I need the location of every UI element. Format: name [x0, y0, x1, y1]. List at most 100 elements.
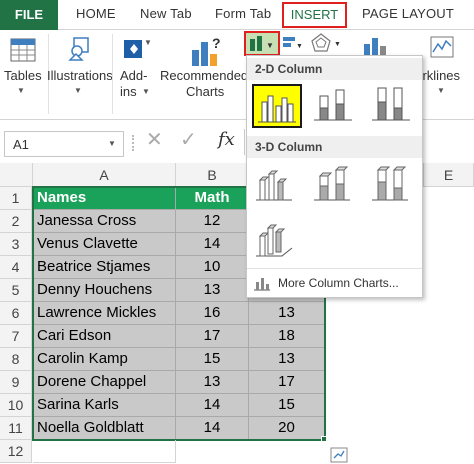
- recommended-charts-label-1[interactable]: Recommended: [160, 68, 248, 83]
- tab-insert[interactable]: INSERT: [282, 2, 347, 28]
- radar-chart-icon[interactable]: ▼: [310, 32, 344, 54]
- 3d-clustered-column-icon: [256, 170, 292, 201]
- table-cell-math[interactable]: 16: [176, 302, 249, 325]
- table-cell-name[interactable]: Dorene Chappel: [33, 371, 176, 394]
- recommended-charts-label-2[interactable]: Charts: [186, 84, 224, 99]
- clustered-column-icon: [258, 95, 296, 123]
- insert-column-chart-button[interactable]: ▼: [244, 31, 280, 56]
- table-cell-name[interactable]: Denny Houchens: [33, 279, 176, 302]
- row-header[interactable]: 11: [0, 417, 32, 440]
- table-cell-math[interactable]: 14: [176, 394, 249, 417]
- tab-form-tab[interactable]: Form Tab: [215, 6, 271, 21]
- row-header[interactable]: 7: [0, 325, 32, 348]
- svg-text:?: ?: [212, 35, 221, 51]
- table-cell-c[interactable]: 13: [249, 348, 325, 371]
- table-cell-math[interactable]: 10: [176, 256, 249, 279]
- table-cell-math[interactable]: 17: [176, 325, 249, 348]
- table-cell-c[interactable]: 17: [249, 371, 325, 394]
- column-chart-dropdown: 2-D Column 3-D Column More Column Charts…: [246, 55, 423, 298]
- quick-analysis-icon[interactable]: [330, 447, 348, 463]
- table-cell-name[interactable]: Sarina Karls: [33, 394, 176, 417]
- stacked-column-icon: [314, 89, 352, 121]
- table-cell-name[interactable]: Noella Goldblatt: [33, 417, 176, 440]
- clustered-column-option[interactable]: [252, 84, 302, 128]
- table-cell-empty[interactable]: [33, 440, 176, 463]
- cancel-icon[interactable]: ✕: [146, 127, 163, 152]
- cell-header-names[interactable]: Names: [33, 187, 176, 210]
- table-cell-name[interactable]: Lawrence Mickles: [33, 302, 176, 325]
- column-header-a[interactable]: A: [33, 163, 176, 187]
- enter-icon[interactable]: ✓: [180, 127, 197, 152]
- row-header[interactable]: 2: [0, 210, 32, 233]
- illustrations-icon: [68, 37, 89, 61]
- row-header[interactable]: 9: [0, 371, 32, 394]
- formula-bar-grip[interactable]: [132, 135, 134, 151]
- name-box-chevron-icon[interactable]: ▼: [108, 139, 116, 148]
- tab-page-layout[interactable]: PAGE LAYOUT: [362, 6, 454, 21]
- tab-home[interactable]: HOME: [76, 6, 116, 21]
- table-cell-name[interactable]: Cari Edson: [33, 325, 176, 348]
- fill-handle[interactable]: [321, 436, 327, 442]
- 100-stacked-column-option[interactable]: [368, 84, 418, 128]
- row-header[interactable]: 12: [0, 440, 32, 463]
- name-box[interactable]: A1: [4, 131, 124, 157]
- table-cell-c[interactable]: 15: [249, 394, 325, 417]
- table-cell-name[interactable]: Venus Clavette: [33, 233, 176, 256]
- 3d-100-stacked-column-icon: [372, 166, 408, 201]
- 3d-stacked-column-option[interactable]: [310, 162, 360, 206]
- row-header[interactable]: 8: [0, 348, 32, 371]
- svg-text:▼: ▼: [334, 41, 341, 48]
- select-all-corner[interactable]: [0, 163, 33, 187]
- stacked-column-option[interactable]: [310, 84, 360, 128]
- table-cell-math[interactable]: 15: [176, 348, 249, 371]
- recommended-charts-icon: ?: [192, 35, 221, 66]
- add-ins-dropdown-icon[interactable]: ▼: [144, 38, 152, 47]
- add-ins-label-1[interactable]: Add-: [120, 68, 147, 83]
- table-cell-math[interactable]: 14: [176, 417, 249, 440]
- section-3d-column: 3-D Column: [247, 136, 422, 158]
- bar-chart-icon[interactable]: ▼: [282, 34, 304, 54]
- 100-stacked-column-icon: [372, 87, 410, 121]
- sparklines-icon: [430, 36, 454, 58]
- column-header-e[interactable]: E: [424, 163, 474, 187]
- 3d-100-stacked-column-option[interactable]: [368, 162, 418, 206]
- table-cell-c[interactable]: 13: [249, 302, 325, 325]
- svg-text:▼: ▼: [266, 41, 274, 50]
- table-cell-name[interactable]: Beatrice Stjames: [33, 256, 176, 279]
- 3d-stacked-column-icon: [314, 166, 350, 201]
- row-header[interactable]: 10: [0, 394, 32, 417]
- add-ins-chevron-icon: ▼: [142, 87, 150, 96]
- tab-new-tab[interactable]: New Tab: [140, 6, 192, 21]
- table-cell-math[interactable]: 12: [176, 210, 249, 233]
- svg-text:▼: ▼: [296, 43, 303, 50]
- table-cell-math[interactable]: 14: [176, 233, 249, 256]
- tables-button[interactable]: Tables: [4, 68, 42, 83]
- row-header[interactable]: 1: [0, 187, 32, 210]
- sparklines-chevron-icon: ▼: [437, 86, 445, 95]
- illustrations-chevron-icon: ▼: [74, 86, 82, 95]
- row-header[interactable]: 3: [0, 233, 32, 256]
- table-cell-math[interactable]: 13: [176, 371, 249, 394]
- table-cell-name[interactable]: Carolin Kamp: [33, 348, 176, 371]
- cell-header-math[interactable]: Math: [176, 187, 249, 210]
- table-cell-c[interactable]: 18: [249, 325, 325, 348]
- illustrations-button[interactable]: Illustrations: [47, 68, 113, 83]
- ribbon-tabs: FILE HOME New Tab Form Tab INSERT PAGE L…: [0, 0, 474, 30]
- table-cell-math[interactable]: 13: [176, 279, 249, 302]
- more-column-charts-link[interactable]: More Column Charts...: [278, 276, 399, 290]
- row-header[interactable]: 5: [0, 279, 32, 302]
- formula-divider: [244, 129, 245, 155]
- 3d-clustered-column-option[interactable]: [252, 162, 302, 206]
- section-2d-column: 2-D Column: [247, 58, 422, 80]
- row-header[interactable]: 4: [0, 256, 32, 279]
- table-cell-c[interactable]: 20: [249, 417, 325, 440]
- 3d-column-icon: [256, 224, 293, 257]
- 3d-column-option[interactable]: [252, 216, 302, 260]
- tables-chevron-icon: ▼: [17, 86, 25, 95]
- row-header[interactable]: 6: [0, 302, 32, 325]
- tab-file[interactable]: FILE: [0, 0, 58, 30]
- insert-function-icon[interactable]: fx: [218, 129, 235, 150]
- column-header-b[interactable]: B: [176, 163, 249, 187]
- table-cell-name[interactable]: Janessa Cross: [33, 210, 176, 233]
- add-ins-label-2[interactable]: ins: [120, 84, 137, 99]
